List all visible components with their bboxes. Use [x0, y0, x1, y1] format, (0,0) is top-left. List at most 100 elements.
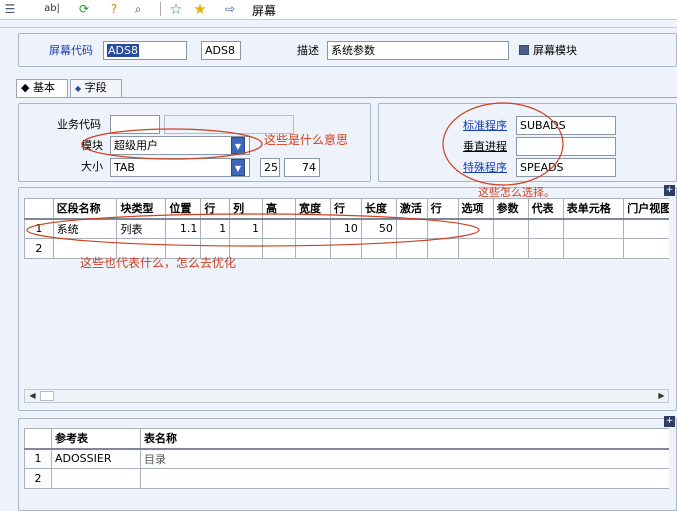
header-panel: 屏幕代码 ADS8 ADS8 描述 系统参数 屏幕模块: [18, 33, 677, 67]
table-cell[interactable]: [140, 468, 669, 489]
scroll-thumb[interactable]: [40, 391, 54, 401]
diamond-icon: ◆: [21, 81, 30, 94]
grid1-header-cell[interactable]: 门户视图: [623, 198, 669, 220]
screen-code-label: 屏幕代码: [49, 44, 93, 57]
vertical-process-link[interactable]: 垂直进程: [463, 139, 507, 154]
table-cell[interactable]: 50: [360, 218, 397, 239]
module-dropdown-icon[interactable]: ▼: [231, 137, 245, 154]
table-cell[interactable]: [262, 218, 296, 239]
table-cell[interactable]: 列表: [116, 218, 167, 239]
grid1-header-cell[interactable]: 行: [330, 198, 362, 220]
tab-fields[interactable]: ◆ 字段: [70, 79, 122, 97]
refresh-icon[interactable]: ⟳: [76, 1, 92, 17]
table-cell[interactable]: [51, 468, 141, 489]
basic-right-panel: 标准程序 SUBADS 垂直进程 特殊程序 SPEADS: [378, 103, 677, 182]
table-cell[interactable]: [623, 218, 669, 239]
table-cell[interactable]: 目录: [140, 448, 669, 469]
program-annotation: 这些怎么选择。: [478, 186, 555, 199]
toolbar-divider: [0, 20, 677, 28]
table-cell[interactable]: [562, 218, 625, 239]
grid1-header-cell[interactable]: 行: [200, 198, 231, 220]
text-field-icon[interactable]: ab|: [42, 1, 62, 17]
grid2-header-cell: [24, 428, 52, 450]
module-select[interactable]: 超级用户: [110, 136, 250, 155]
grid1-header-cell[interactable]: 长度: [360, 198, 397, 220]
grid1-header-cell[interactable]: 块类型: [116, 198, 167, 220]
grid1-header-cell[interactable]: 行: [426, 198, 459, 220]
table-cell[interactable]: 系统: [52, 218, 118, 239]
scroll-right-icon[interactable]: ▶: [655, 390, 668, 402]
grid2-header-cell[interactable]: 表名称: [140, 428, 669, 450]
size-dropdown-icon[interactable]: ▼: [231, 159, 245, 176]
grid1-header-cell[interactable]: 区段名称: [52, 198, 118, 220]
table-cell[interactable]: [492, 238, 529, 259]
table-cell[interactable]: [426, 218, 459, 239]
grid1-header-cell[interactable]: 参数: [492, 198, 529, 220]
expand-icon-2[interactable]: +: [664, 416, 675, 427]
size-height-field[interactable]: 74: [284, 158, 320, 177]
scroll-left-icon[interactable]: ◀: [26, 390, 39, 402]
table-cell[interactable]: [527, 218, 564, 239]
section-table: 区段名称 块类型 位置行列高宽度行长度 激活行选项 参数 代表 表单元格 门户视图 1 系统 列表…: [24, 198, 669, 259]
table-cell[interactable]: 1.1: [165, 218, 202, 239]
special-program-field[interactable]: SPEADS: [516, 158, 616, 177]
tab-basic[interactable]: ◆ 基本: [16, 79, 68, 97]
table-cell[interactable]: [527, 238, 564, 259]
table-cell[interactable]: [623, 238, 669, 259]
table-row[interactable]: 1 系统 列表 1.1 1 1 10 50: [24, 218, 669, 239]
table-cell[interactable]: [562, 238, 625, 259]
business-code-label: 业务代码: [57, 118, 101, 131]
screen-code-display: ADS8: [201, 41, 241, 60]
description-field[interactable]: 系统参数: [327, 41, 509, 60]
list-icon[interactable]: ☰: [2, 1, 18, 17]
table-cell[interactable]: 1: [200, 218, 231, 239]
standard-program-field[interactable]: SUBADS: [516, 116, 616, 135]
grid2-header-cell[interactable]: 参考表: [51, 428, 141, 450]
grid1-header-cell: [24, 198, 54, 220]
table-cell[interactable]: ADOSSIER: [51, 448, 141, 469]
grid1-header-cell[interactable]: 选项: [457, 198, 494, 220]
table-cell[interactable]: [457, 238, 494, 259]
table-cell[interactable]: [492, 218, 529, 239]
table-cell[interactable]: [262, 238, 296, 259]
screen-module-checkbox[interactable]: [519, 45, 529, 55]
vertical-process-field[interactable]: [516, 137, 616, 156]
business-code-field[interactable]: [110, 115, 160, 134]
table-cell[interactable]: [395, 218, 428, 239]
toolbar: ☰ ab| ⟳ ? ⌕ ☆ ★ ⇨ 屏幕: [0, 0, 677, 20]
standard-program-link[interactable]: 标准程序: [463, 118, 507, 133]
search-icon[interactable]: ⌕: [130, 1, 146, 17]
grid1-header-cell[interactable]: 代表: [527, 198, 564, 220]
table-cell[interactable]: [457, 218, 494, 239]
grid1-header-cell[interactable]: 宽度: [294, 198, 332, 220]
favorite-add-icon[interactable]: ☆: [168, 1, 184, 17]
grid1-header-cell[interactable]: 列: [229, 198, 264, 220]
grid1-header-cell[interactable]: 激活: [395, 198, 428, 220]
table-cell[interactable]: [294, 238, 332, 259]
expand-icon[interactable]: +: [664, 185, 675, 196]
table-cell[interactable]: [330, 238, 362, 259]
table-cell[interactable]: 1: [229, 218, 264, 239]
table-cell[interactable]: [360, 238, 397, 259]
signpost-icon[interactable]: ⇨: [218, 1, 242, 17]
horizontal-scrollbar[interactable]: ◀ ▶: [24, 389, 669, 403]
tab-fields-label: 字段: [84, 81, 107, 94]
table-row[interactable]: 2: [24, 468, 669, 489]
description-label: 描述: [297, 44, 319, 57]
table-cell[interactable]: [294, 218, 332, 239]
table-cell[interactable]: [426, 238, 459, 259]
size-width-field[interactable]: 25: [260, 158, 280, 177]
table-cell[interactable]: [395, 238, 428, 259]
row-number: 1: [24, 218, 54, 239]
favorite-icon[interactable]: ★: [192, 1, 208, 17]
grid1-header-cell[interactable]: 位置: [165, 198, 202, 220]
grid1-header-cell[interactable]: 高: [262, 198, 296, 220]
help-icon[interactable]: ?: [106, 1, 122, 17]
toolbar-separator: [160, 2, 161, 16]
table-cell[interactable]: 10: [330, 218, 362, 239]
special-program-link[interactable]: 特殊程序: [463, 160, 507, 175]
grid1-header-cell[interactable]: 表单元格: [562, 198, 625, 220]
screen-code-field[interactable]: ADS8: [103, 41, 187, 60]
size-select[interactable]: TAB: [110, 158, 250, 177]
table-row[interactable]: 1 ADOSSIER 目录: [24, 448, 669, 469]
